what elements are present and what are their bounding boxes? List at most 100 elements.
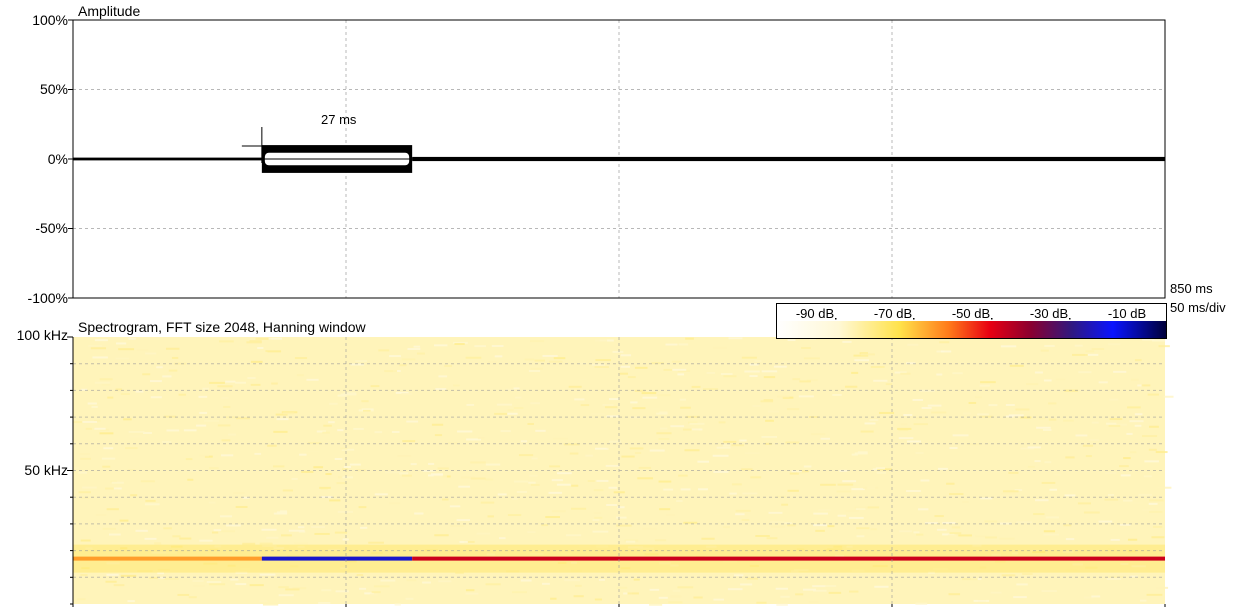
spectrogram-noise xyxy=(94,339,108,342)
spectrogram-noise xyxy=(864,422,876,425)
spectrogram-noise xyxy=(259,542,273,545)
spectrogram-noise xyxy=(825,585,837,588)
spectrogram-noise xyxy=(199,454,209,457)
spectrogram-noise xyxy=(848,516,864,519)
spectrogram-noise xyxy=(680,488,691,491)
spectrogram-noise xyxy=(453,341,468,344)
spectrogram-noise xyxy=(337,510,354,513)
spectrogram-noise xyxy=(897,427,912,430)
spectrogram-noise xyxy=(784,522,792,525)
spectrogram-noise xyxy=(749,375,758,378)
spectrogram-noise xyxy=(894,371,907,374)
spectrogram-noise xyxy=(1034,371,1043,374)
spectrogram-noise xyxy=(578,378,588,381)
spectrogram-noise xyxy=(1009,364,1024,367)
spectrogram-noise xyxy=(931,411,947,414)
spectrogram-noise xyxy=(688,421,698,424)
spectrogram-noise xyxy=(389,355,401,358)
spectrogram-noise xyxy=(1049,488,1058,491)
spectrogram-noise xyxy=(723,440,737,443)
spectrogram-noise xyxy=(516,490,528,493)
spectrogram-noise xyxy=(455,572,464,575)
spectrogram-noise xyxy=(343,392,357,395)
spectrogram-noise xyxy=(313,466,324,469)
spectrogram-noise xyxy=(165,347,180,350)
spectrogram-noise xyxy=(777,395,790,398)
spectrogram-noise xyxy=(659,427,668,430)
spectrogram-noise xyxy=(397,455,412,458)
spectrogram-noise xyxy=(206,581,222,584)
spectrogram-noise xyxy=(637,477,654,480)
spectrogram-noise xyxy=(713,598,724,601)
spectrogram-noise xyxy=(374,431,383,434)
spectrogram-noise xyxy=(1036,426,1051,429)
spectrogram-noise xyxy=(219,530,235,533)
spectrogram-noise xyxy=(221,396,229,399)
spectrogram-noise xyxy=(433,475,447,478)
spectrogram-noise xyxy=(1109,398,1119,401)
spectrogram-noise xyxy=(798,395,814,398)
spectrogram-noise xyxy=(289,565,299,568)
spectrogram-noise xyxy=(685,337,694,340)
spectrogram-noise xyxy=(250,360,263,363)
colorbar-ramp xyxy=(777,321,1166,338)
spectrogram-noise xyxy=(1082,444,1094,447)
spectrogram-noise xyxy=(257,346,264,349)
spectrogram-noise xyxy=(912,399,923,402)
spectrogram-noise xyxy=(1089,438,1099,441)
spectrogram-noise xyxy=(157,568,170,571)
spectrogram-noise xyxy=(334,457,343,460)
spectrogram-noise xyxy=(942,521,956,524)
spectrogram-noise xyxy=(1123,457,1131,460)
spectrogram-noise xyxy=(770,521,785,524)
spectrogram-noise xyxy=(863,486,879,489)
spectrogram-noise xyxy=(178,393,186,396)
spectrogram-noise xyxy=(900,423,908,426)
amplitude-plot[interactable] xyxy=(0,0,1238,300)
spectrogram-noise xyxy=(542,354,558,357)
spectrogram-noise xyxy=(876,471,886,474)
spectrogram-noise xyxy=(199,411,208,414)
spectrogram-noise xyxy=(836,541,849,544)
spectrogram-noise xyxy=(627,376,636,379)
spectrogram-noise xyxy=(236,417,250,420)
spectrogram-noise xyxy=(1038,417,1046,420)
spectrogram-noise xyxy=(1127,538,1138,541)
spectrogram-noise xyxy=(410,463,417,466)
spectrogram-noise xyxy=(1033,513,1045,516)
spectrogram-noise xyxy=(198,395,208,398)
spectrogram-noise xyxy=(634,366,648,369)
spectrogram-noise xyxy=(824,549,833,552)
spectrogram-noise xyxy=(307,442,322,445)
spectrogram-noise xyxy=(1016,521,1033,524)
spectrogram-noise xyxy=(601,364,616,367)
spectrogram-noise xyxy=(1001,574,1016,577)
spectrogram-noise xyxy=(359,587,367,590)
spectrogram-noise xyxy=(384,370,398,373)
spectrogram-noise xyxy=(1138,493,1152,496)
spectrogram-noise xyxy=(979,415,993,418)
spectrogram-noise xyxy=(209,548,219,551)
spectrogram-noise xyxy=(337,429,344,432)
spectrogram-noise xyxy=(296,374,304,377)
spectrogram-noise xyxy=(642,527,657,530)
spectrogram-noise xyxy=(873,379,888,382)
spectrogram-noise xyxy=(818,509,831,512)
spectrogram-noise xyxy=(202,387,210,390)
spectrogram-noise xyxy=(680,406,691,409)
spectrogram-noise xyxy=(333,573,342,576)
spectrogram-noise xyxy=(465,589,475,592)
spectrogram-noise xyxy=(596,479,609,482)
spectrogram-noise xyxy=(712,346,727,349)
spectrogram-noise xyxy=(1005,403,1015,406)
spectrogram-noise xyxy=(659,508,671,511)
spectrogram-noise xyxy=(776,603,788,606)
spectrogram-noise xyxy=(542,582,550,585)
spectrogram-noise xyxy=(678,343,689,346)
spectrogram-noise xyxy=(485,463,501,466)
spectrogram-noise xyxy=(672,368,687,371)
spectrogram-noise xyxy=(434,434,443,437)
colorbar-tick xyxy=(1069,318,1071,320)
spectrogram-noise xyxy=(1130,501,1144,504)
spectrogram-noise xyxy=(172,535,181,538)
